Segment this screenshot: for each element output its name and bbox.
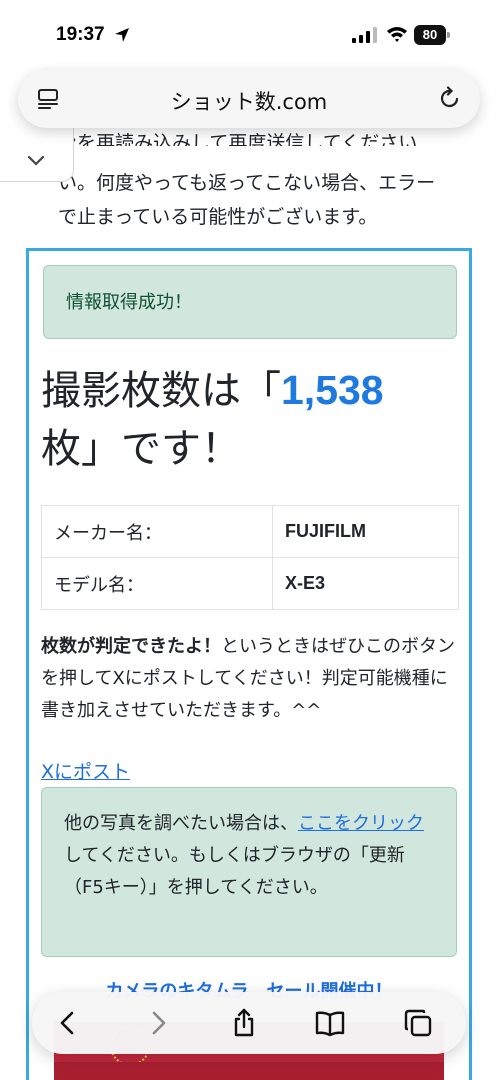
maker-value: FUJIFILM — [272, 505, 459, 558]
info-text-after: してください。もしくはブラウザの「更新（F5キー）」を押してください。 — [64, 845, 405, 898]
forward-button[interactable] — [142, 1007, 174, 1039]
back-button[interactable] — [52, 1007, 84, 1039]
status-time: 19:37 — [56, 24, 105, 45]
battery-level: 80 — [414, 25, 446, 45]
bookmarks-button[interactable] — [314, 1007, 346, 1039]
heading-prefix: 撮影枚数は「 — [41, 368, 281, 414]
model-label: モデル名： — [41, 557, 273, 610]
post-to-x-link[interactable]: Xにポスト — [41, 757, 130, 784]
tabs-button[interactable] — [402, 1007, 434, 1039]
shot-count-heading: 撮影枚数は「1,538 枚」です！ — [41, 361, 461, 478]
table-row: メーカー名： FUJIFILM — [41, 505, 459, 558]
post-bold-text: 枚数が判定できたよ！ — [41, 636, 221, 657]
shot-count-value: 1,538 — [281, 367, 384, 413]
intro-line: い。何度やっても返ってこない場合、エラー — [58, 172, 436, 194]
chevron-right-icon — [152, 1011, 166, 1035]
wifi-icon — [387, 27, 407, 42]
battery-icon: 80 — [414, 25, 450, 45]
maker-label: メーカー名： — [41, 505, 273, 558]
browser-toolbar — [32, 992, 466, 1054]
intro-line: で止まっている可能性がございます。 — [58, 206, 378, 228]
url-text[interactable]: ショット数.com — [98, 86, 400, 116]
intro-partial-line: ンを再読み込みして再度送信してください — [58, 132, 418, 146]
retry-info-alert: 他の写真を調べたい場合は、ここをクリックしてください。もしくはブラウザの「更新（… — [41, 787, 457, 957]
camera-info-table: メーカー名： FUJIFILM モデル名： X-E3 — [41, 505, 459, 610]
tabs-icon — [404, 1009, 432, 1037]
reader-mode-icon[interactable] — [36, 87, 60, 111]
info-text-before: 他の写真を調べたい場合は、 — [64, 813, 298, 834]
result-panel: 情報取得成功！ 撮影枚数は「1,538 枚」です！ メーカー名： FUJIFIL… — [26, 248, 472, 1080]
address-bar[interactable]: ショット数.com — [18, 70, 480, 128]
reload-icon[interactable] — [438, 86, 462, 110]
post-request-text: 枚数が判定できたよ！というときはぜひこのボタンを押してXにポストしてください！判… — [41, 631, 461, 727]
status-bar: 19:37 80 — [0, 0, 498, 68]
book-icon — [315, 1011, 345, 1037]
chevron-down-icon — [27, 155, 45, 166]
table-row: モデル名： X-E3 — [41, 557, 459, 610]
share-button[interactable] — [228, 1007, 260, 1039]
click-here-link[interactable]: ここをクリック — [298, 813, 424, 834]
model-value: X-E3 — [272, 557, 459, 610]
chevron-left-icon — [60, 1011, 74, 1035]
heading-suffix: 枚」です！ — [41, 426, 241, 472]
location-arrow-icon — [115, 28, 129, 42]
share-icon — [234, 1008, 254, 1037]
cellular-signal-icon — [352, 27, 377, 43]
collapse-toolbar-button[interactable] — [0, 126, 74, 182]
success-alert: 情報取得成功！ — [43, 265, 457, 339]
